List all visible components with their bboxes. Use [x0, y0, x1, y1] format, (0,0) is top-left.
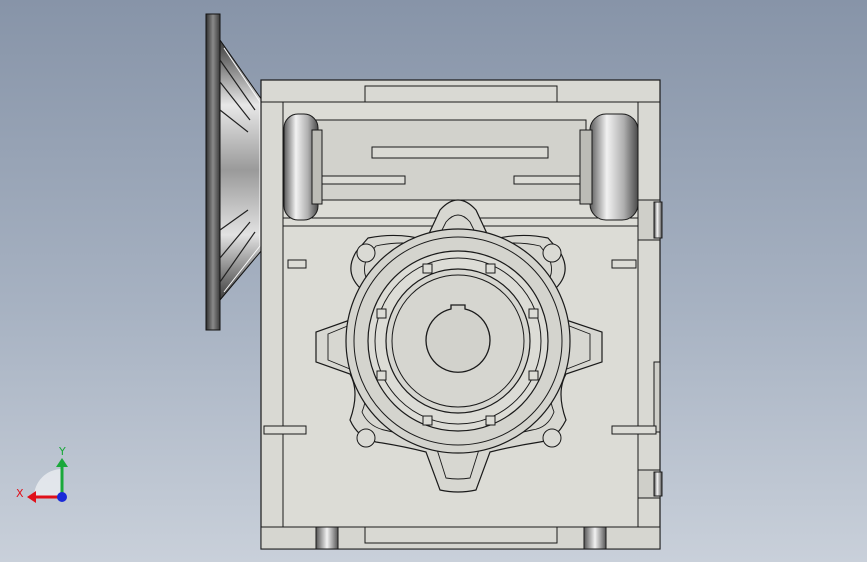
x-axis-arrow-icon — [27, 491, 36, 503]
z-axis-dot-icon — [57, 492, 67, 502]
y-axis-arrow-icon — [56, 458, 68, 467]
right-bearing-cap — [579, 113, 639, 221]
orientation-triad[interactable]: Y X — [16, 445, 68, 503]
triad-plane-indicator — [34, 469, 62, 497]
left-bearing-cap — [283, 113, 323, 221]
y-axis-label: Y — [58, 445, 66, 458]
cad-viewport[interactable]: Y X — [0, 0, 867, 562]
x-axis-label: X — [16, 487, 24, 500]
motor-flange — [205, 13, 263, 331]
